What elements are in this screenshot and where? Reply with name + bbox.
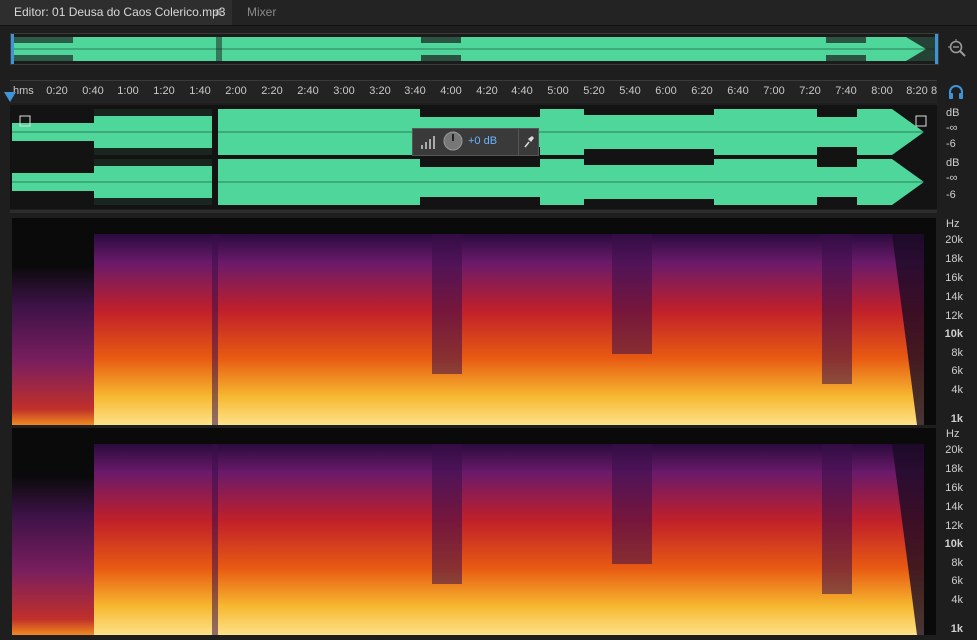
db-unit-top: dB <box>946 107 960 119</box>
gain-value: +0 dB <box>468 135 498 147</box>
overview-waveform <box>11 34 938 64</box>
hz-tick-label: 12k <box>945 520 963 532</box>
hz-tick-label: 20k <box>945 444 963 456</box>
tab-mixer[interactable]: Mixer <box>247 0 276 25</box>
tab-editor[interactable]: Editor: 01 Deusa do Caos Colerico.mp3 <box>0 0 232 25</box>
hz-tick-label: 8k <box>951 347 963 359</box>
panel-menu-icon[interactable]: ≡ <box>215 0 222 25</box>
ruler-tick-label: 8:00 <box>871 85 893 97</box>
db-inf-2: -∞ <box>946 172 958 184</box>
ruler-tick-label: 6:20 <box>691 85 713 97</box>
hz-unit: Hz <box>946 428 960 440</box>
zoom-icon[interactable] <box>947 38 967 58</box>
hz-unit: Hz <box>946 218 960 230</box>
overview-navigator[interactable] <box>10 33 939 65</box>
ruler-tick-label: 2:00 <box>225 85 247 97</box>
hz-tick-label: 10k <box>944 538 963 550</box>
hz-tick-label: 4k <box>951 594 963 606</box>
ruler-tick-label: 5:00 <box>547 85 569 97</box>
ruler-tick-label: 6:40 <box>727 85 749 97</box>
ruler-tick-label: 3:00 <box>333 85 355 97</box>
db-scale: dB -∞ -6 dB -∞ -6 <box>940 107 977 207</box>
db-inf-1: -∞ <box>946 122 958 134</box>
db-unit-bottom: dB <box>946 157 960 169</box>
hz-tick-label: 6k <box>951 365 963 377</box>
hz-scale-left: Hz 20k 18k 16k 14k 12k 10k 8k 6k 4k 1k <box>940 218 977 425</box>
ruler-tick-label: 7:40 <box>835 85 857 97</box>
ruler-tick-label: 3:40 <box>404 85 426 97</box>
hz-tick-label: 1k <box>950 623 963 635</box>
hz-tick-label: 20k <box>945 234 963 246</box>
ruler-tick-label: 2:40 <box>297 85 319 97</box>
hz-tick-label: 10k <box>944 328 963 340</box>
ruler-tick-label: 7:20 <box>799 85 821 97</box>
ruler-tick-label: 1:40 <box>189 85 211 97</box>
hz-tick-label: 12k <box>945 310 963 322</box>
playhead-marker[interactable] <box>4 92 16 102</box>
tab-editor-label: Editor: 01 Deusa do Caos Colerico.mp3 <box>14 5 226 19</box>
hz-tick-label: 6k <box>951 575 963 587</box>
hz-tick-label: 16k <box>945 482 963 494</box>
hz-tick-label: 4k <box>951 384 963 396</box>
panel-splitter[interactable] <box>10 210 937 213</box>
time-ruler[interactable]: hms 0:20 0:40 1:00 1:20 1:40 2:00 2:20 2:40 3:00… <box>10 80 937 103</box>
level-bars-icon <box>421 136 435 149</box>
hz-tick-label: 16k <box>945 272 963 284</box>
hz-tick-label: 14k <box>945 291 963 303</box>
ruler-tick-label: 4:20 <box>476 85 498 97</box>
hz-tick-label: 14k <box>945 501 963 513</box>
hz-tick-label: 8k <box>951 557 963 569</box>
ruler-tick-label: 5:40 <box>619 85 641 97</box>
ruler-tick-label: 5:20 <box>583 85 605 97</box>
ruler-tick-label: 7:00 <box>763 85 785 97</box>
volume-hud[interactable]: +0 dB <box>412 128 539 156</box>
hz-tick-label: 1k <box>950 413 963 425</box>
spectrogram-channel-left[interactable] <box>12 218 936 425</box>
ruler-tick-label: 3:20 <box>369 85 391 97</box>
ruler-tick-label: 2:20 <box>261 85 283 97</box>
ruler-tick-label: 0:40 <box>82 85 104 97</box>
spectrogram-channel-right[interactable] <box>12 428 936 635</box>
hz-tick-label: 18k <box>945 253 963 265</box>
ruler-tick-label: 6:00 <box>655 85 677 97</box>
headset-icon[interactable] <box>947 84 965 100</box>
waveform-channel-right <box>12 159 936 205</box>
hz-scale-right: Hz 20k 18k 16k 14k 12k 10k 8k 6k 4k 1k <box>940 428 977 635</box>
pin-icon[interactable] <box>523 135 535 149</box>
ruler-tick-label: 4:00 <box>440 85 462 97</box>
ruler-tick-label: 4:40 <box>511 85 533 97</box>
ruler-tick-label: 0:20 <box>46 85 68 97</box>
db-six-2: -6 <box>946 189 956 201</box>
ruler-tick-label: 8 <box>930 85 938 97</box>
hz-tick-label: 18k <box>945 463 963 475</box>
ruler-unit: hms <box>13 85 34 97</box>
ruler-tick-label: 1:20 <box>153 85 175 97</box>
ruler-tick-label: 8:20 <box>906 85 928 97</box>
volume-knob-icon[interactable] <box>443 131 463 151</box>
ruler-tick-label: 1:00 <box>117 85 139 97</box>
db-six-1: -6 <box>946 138 956 150</box>
